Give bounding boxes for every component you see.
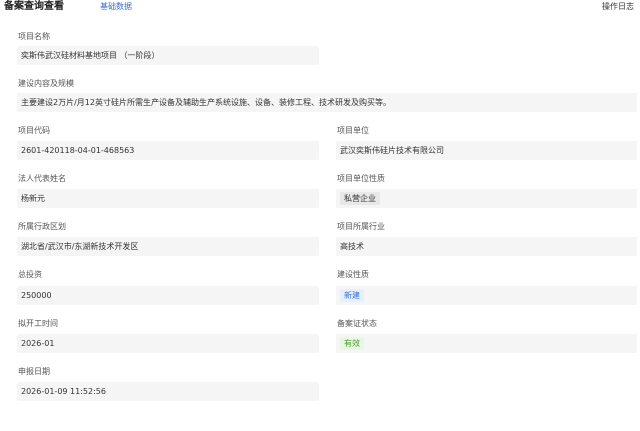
- industry-label: 项目所属行业: [337, 222, 385, 231]
- unit-nature-field: 私营企业: [336, 189, 637, 208]
- project-unit-label: 项目单位: [337, 126, 369, 135]
- cert-status-tag: 有效: [340, 337, 364, 350]
- content-scale-value: 主要建设2万片/月12英寸硅片所需生产设备及辅助生产系统设施、设备、装修工程、技…: [17, 93, 637, 112]
- project-code-value: 2601-420118-04-01-468563: [17, 141, 319, 160]
- cert-status-field: 有效: [336, 334, 637, 353]
- planned-start-label: 拟开工时间: [18, 319, 58, 328]
- apply-date-label: 申报日期: [18, 367, 50, 376]
- planned-start-value: 2026-01: [17, 334, 319, 353]
- construction-nature-label: 建设性质: [337, 270, 369, 279]
- construction-nature-field: 新建: [336, 286, 637, 305]
- unit-nature-label: 项目单位性质: [337, 174, 385, 183]
- project-code-label: 项目代码: [18, 126, 50, 135]
- industry-value: 高技术: [336, 237, 637, 256]
- total-investment-label: 总投资: [18, 270, 42, 279]
- admin-region-value: 湖北省/武汉市/东湖新技术开发区: [17, 237, 319, 256]
- apply-date-value: 2026-01-09 11:52:56: [17, 382, 319, 401]
- total-investment-value: 250000: [17, 286, 319, 305]
- admin-region-label: 所属行政区划: [18, 222, 66, 231]
- project-name-value: 奕斯伟武汉硅材料基地项目 （一阶段）: [17, 46, 319, 65]
- unit-nature-tag: 私营企业: [340, 192, 380, 205]
- legal-rep-label: 法人代表姓名: [18, 174, 66, 183]
- cert-status-label: 备案证状态: [337, 319, 377, 328]
- project-unit-value: 武汉奕斯伟硅片技术有限公司: [336, 141, 637, 160]
- top-bar: 备案查询查看 基础数据 操作日志: [0, 0, 640, 16]
- construction-nature-tag: 新建: [340, 289, 364, 302]
- tab-basic-data[interactable]: 基础数据: [100, 1, 132, 13]
- operation-log-link[interactable]: 操作日志: [602, 1, 634, 13]
- project-name-label: 项目名称: [18, 32, 50, 41]
- content-scale-label: 建设内容及规模: [18, 79, 74, 88]
- legal-rep-value: 杨新元: [17, 189, 319, 208]
- page-title: 备案查询查看: [4, 1, 64, 12]
